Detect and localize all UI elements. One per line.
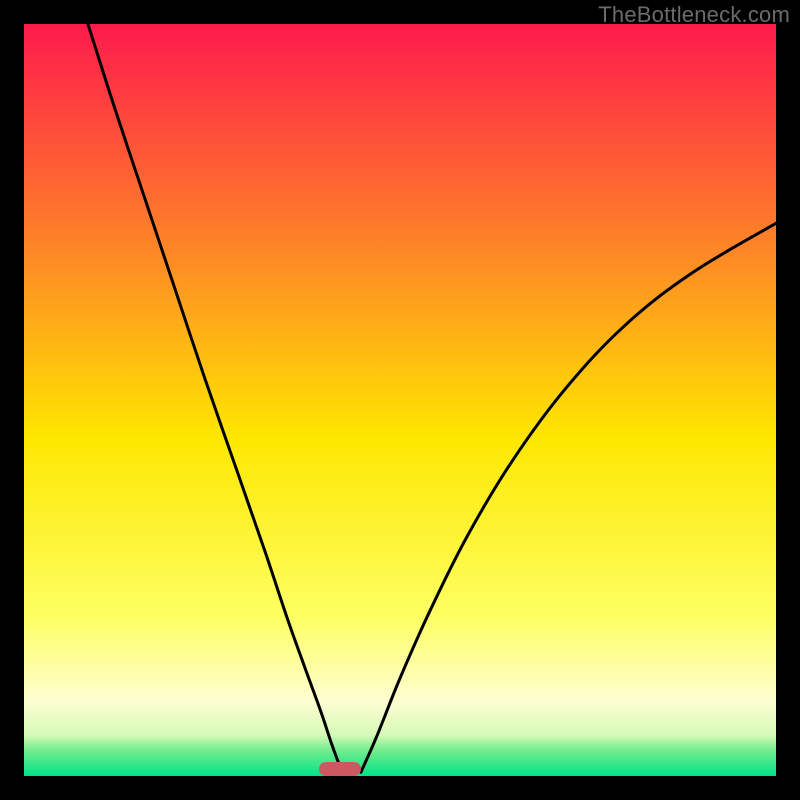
bottleneck-marker xyxy=(319,762,360,776)
gradient-background xyxy=(24,24,776,776)
chart-frame xyxy=(24,24,776,776)
watermark-text: TheBottleneck.com xyxy=(598,2,790,28)
chart-plot xyxy=(24,24,776,776)
